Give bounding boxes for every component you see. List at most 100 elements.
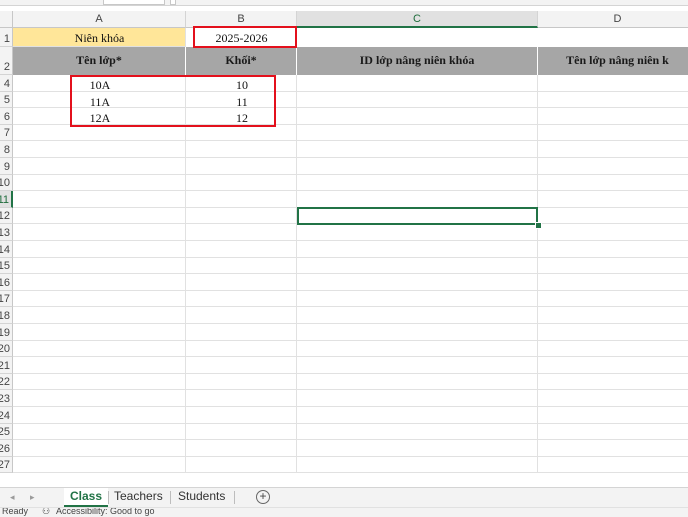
- grid-cell[interactable]: [13, 224, 186, 241]
- grid-cell[interactable]: [297, 124, 538, 142]
- grid-cell[interactable]: [13, 324, 186, 341]
- grid-cell[interactable]: [538, 324, 688, 341]
- grid-cell[interactable]: [297, 324, 538, 341]
- grid-cell[interactable]: [538, 75, 688, 92]
- grid-cell[interactable]: [538, 341, 688, 358]
- sheet-tab-students[interactable]: Students: [172, 488, 231, 507]
- grid-cell[interactable]: [186, 224, 297, 241]
- grid-cell[interactable]: [13, 191, 186, 208]
- grid-cell[interactable]: [538, 274, 688, 291]
- grid-cell[interactable]: [186, 456, 297, 474]
- grid-cell[interactable]: [13, 257, 186, 275]
- grid-cell[interactable]: [538, 424, 688, 441]
- spreadsheet-grid[interactable]: A B C D 12345678910111213141516171819202…: [0, 0, 688, 487]
- row-header-6[interactable]: 6: [0, 108, 13, 125]
- grid-cell[interactable]: [13, 407, 186, 424]
- grid-cell[interactable]: [538, 407, 688, 424]
- row-header-7[interactable]: 7: [0, 124, 13, 142]
- row-header-21[interactable]: 21: [0, 357, 13, 374]
- grid-cell[interactable]: [13, 456, 186, 474]
- sheet-tab-teachers[interactable]: Teachers: [108, 488, 169, 507]
- grid-cell[interactable]: [538, 92, 688, 109]
- grid-cell[interactable]: [186, 290, 297, 308]
- grid-cell[interactable]: [13, 357, 186, 374]
- grid-cell[interactable]: [186, 141, 297, 158]
- grid-cell[interactable]: [13, 373, 186, 391]
- grid-cell[interactable]: [538, 374, 688, 391]
- selected-cell-c11[interactable]: [297, 207, 538, 225]
- grid-cell[interactable]: [538, 224, 688, 241]
- grid-cell[interactable]: [297, 274, 538, 291]
- grid-cell[interactable]: [297, 75, 538, 92]
- grid-cell[interactable]: [538, 440, 688, 457]
- grid-cell[interactable]: [186, 423, 297, 441]
- grid-cell[interactable]: [538, 258, 688, 275]
- row-header-23[interactable]: 23: [0, 390, 13, 407]
- row-header-18[interactable]: 18: [0, 307, 13, 324]
- grid-cell[interactable]: [297, 423, 538, 441]
- row-header-9[interactable]: 9: [0, 158, 13, 175]
- grid-cell[interactable]: [538, 241, 688, 258]
- grid-cell[interactable]: [538, 108, 688, 125]
- row-header-20[interactable]: 20: [0, 340, 13, 358]
- column-header-c[interactable]: C: [297, 11, 538, 28]
- row-header-16[interactable]: 16: [0, 274, 13, 291]
- add-sheet-icon[interactable]: +: [256, 490, 270, 504]
- grid-cell[interactable]: [538, 175, 688, 192]
- row-header-26[interactable]: 26: [0, 440, 13, 457]
- row-header-1[interactable]: 1: [0, 28, 13, 47]
- grid-cell[interactable]: [13, 423, 186, 441]
- grid-cell[interactable]: [186, 390, 297, 407]
- fill-handle[interactable]: [535, 222, 542, 229]
- grid-cell[interactable]: [186, 307, 297, 324]
- grid-cell[interactable]: [186, 207, 297, 225]
- grid-cell[interactable]: [297, 340, 538, 358]
- grid-cell[interactable]: [13, 290, 186, 308]
- grid-cell[interactable]: [297, 257, 538, 275]
- row-header-4[interactable]: 4: [0, 75, 13, 92]
- grid-cell[interactable]: [297, 290, 538, 308]
- accessibility-icon[interactable]: ⚇: [42, 508, 50, 517]
- sheet-tab-class[interactable]: Class: [64, 488, 109, 507]
- grid-cell[interactable]: [186, 407, 297, 424]
- grid-cell[interactable]: [538, 141, 688, 158]
- grid-cell[interactable]: [297, 141, 538, 158]
- grid-cell[interactable]: [186, 357, 297, 374]
- row-header-14[interactable]: 14: [0, 241, 13, 258]
- grid-cell[interactable]: [186, 324, 297, 341]
- header-grade[interactable]: Khối*: [186, 47, 297, 75]
- grid-cell[interactable]: [186, 440, 297, 457]
- header-promotion-class-name[interactable]: Tên lớp nâng niên k: [538, 47, 688, 75]
- row-header-25[interactable]: 25: [0, 423, 13, 441]
- header-promotion-id[interactable]: ID lớp nâng niên khóa: [297, 47, 538, 75]
- row-header-24[interactable]: 24: [0, 407, 13, 424]
- grid-cell[interactable]: [538, 390, 688, 407]
- grid-cell[interactable]: [297, 407, 538, 424]
- grid-cell[interactable]: [13, 340, 186, 358]
- grid-cell[interactable]: [13, 174, 186, 192]
- grid-cell[interactable]: [13, 390, 186, 407]
- grid-cell[interactable]: [186, 373, 297, 391]
- grid-cell[interactable]: [297, 373, 538, 391]
- grid-cell[interactable]: [297, 456, 538, 474]
- grid-cell[interactable]: [13, 307, 186, 324]
- column-header-d[interactable]: D: [538, 11, 688, 28]
- grid-cell[interactable]: [538, 191, 688, 208]
- grid-cell[interactable]: [186, 191, 297, 208]
- row-header-10[interactable]: 10: [0, 174, 13, 192]
- row-header-19[interactable]: 19: [0, 324, 13, 341]
- grid-cell[interactable]: [186, 274, 297, 291]
- grid-cell[interactable]: [538, 457, 688, 474]
- select-all-corner[interactable]: [0, 11, 13, 28]
- grid-cell[interactable]: [13, 158, 186, 175]
- status-accessibility[interactable]: Accessibility: Good to go: [56, 508, 155, 516]
- grid-cell[interactable]: [186, 174, 297, 192]
- grid-cell[interactable]: [538, 357, 688, 374]
- grid-cell[interactable]: [297, 108, 538, 125]
- grid-cell[interactable]: [186, 241, 297, 258]
- grid-cell[interactable]: [186, 124, 297, 142]
- grid-cell[interactable]: [297, 390, 538, 407]
- grid-cell[interactable]: [297, 307, 538, 324]
- grid-cell[interactable]: [297, 357, 538, 374]
- scroll-right-icon[interactable]: ▸: [30, 488, 35, 507]
